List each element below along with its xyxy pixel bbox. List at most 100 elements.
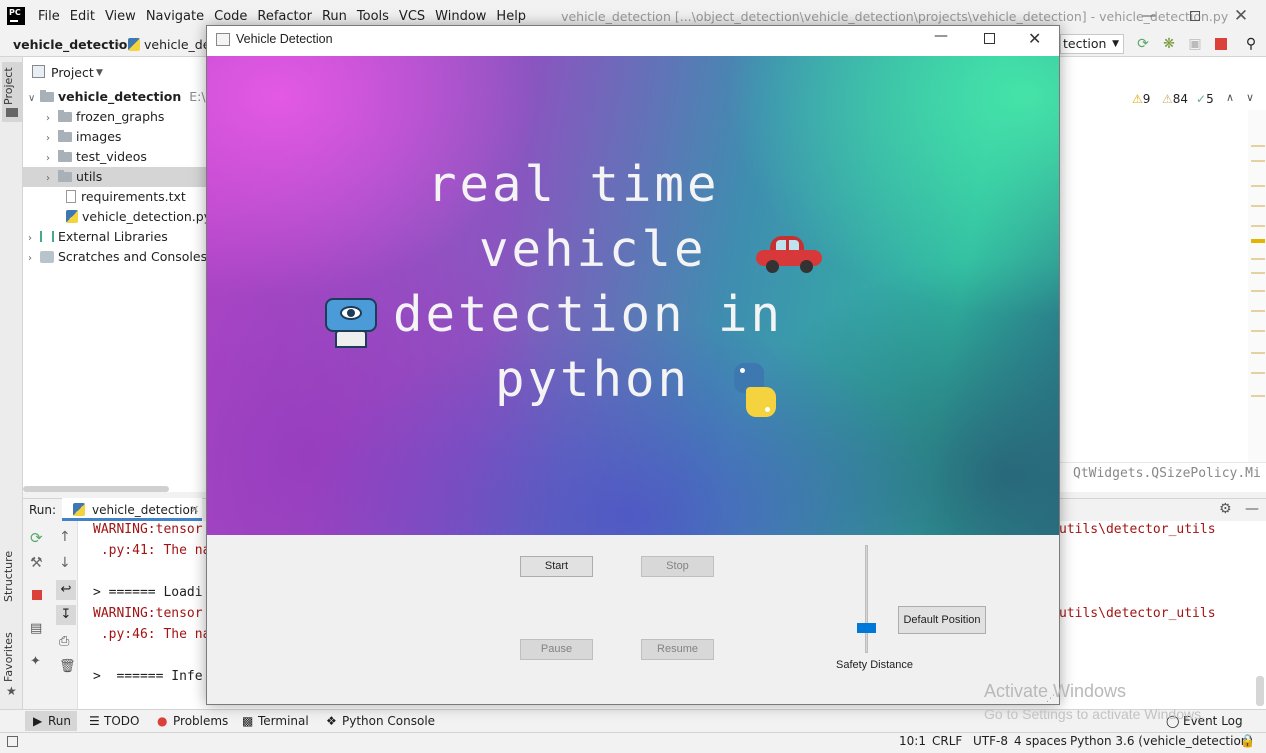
menu-vcs[interactable]: VCS	[394, 9, 430, 24]
menu-file[interactable]: File	[33, 9, 65, 24]
menu-help[interactable]: Help	[491, 9, 531, 24]
project-panel-title[interactable]: Project	[51, 65, 94, 80]
chevron-down-icon[interactable]: ▼	[96, 68, 103, 78]
wrench-icon[interactable]: ⚒	[30, 555, 43, 571]
error-count-value: 9	[1142, 92, 1151, 106]
tree-external-libraries-row[interactable]: › External Libraries	[28, 227, 168, 247]
folder-icon	[58, 110, 72, 122]
chevron-down-icon: ▼	[1112, 39, 1119, 49]
menu-navigate[interactable]: Navigate	[141, 9, 209, 24]
banner-line: vehicle	[479, 221, 707, 278]
trash-icon[interactable]: 🗑	[59, 659, 76, 674]
run-configuration-select[interactable]: tection ▼	[1060, 34, 1124, 54]
qt-minimize-button[interactable]: —	[934, 28, 948, 44]
ide-close-button[interactable]: ✕	[1218, 0, 1264, 32]
soft-wrap-icon[interactable]: ↩	[56, 580, 76, 600]
toggle-tool-windows-icon[interactable]	[7, 736, 18, 747]
typo-count[interactable]: ✓5	[1196, 92, 1214, 106]
start-button[interactable]: Start	[520, 556, 593, 577]
tree-root-row[interactable]: ∨vehicle_detection E:\Faiz\	[28, 87, 234, 107]
menu-edit[interactable]: Edit	[65, 9, 100, 24]
editor-area[interactable]	[1059, 57, 1266, 492]
layout-icon[interactable]: ▤	[30, 621, 42, 636]
folder-icon	[58, 170, 72, 182]
ide-minimize-button[interactable]: —	[1126, 0, 1172, 32]
todo-tool-tab[interactable]: TODO	[104, 712, 139, 730]
chevron-down-icon: ∨	[28, 93, 36, 104]
warning-triangle-icon: ⚠	[1132, 92, 1143, 106]
tree-folder-row-selected[interactable]: › utils	[46, 167, 102, 187]
lock-icon[interactable]: 🔓	[1240, 734, 1255, 748]
slider-handle[interactable]	[857, 623, 876, 634]
hide-panel-icon[interactable]: —	[1245, 501, 1259, 517]
search-icon[interactable]: ⚲	[1243, 36, 1259, 52]
python-console-tool-tab[interactable]: Python Console	[342, 712, 435, 730]
stripe-mark	[1251, 185, 1265, 187]
safety-distance-label: Safety Distance	[836, 659, 914, 671]
caret-position[interactable]: 10:1	[899, 734, 926, 748]
folder-icon	[58, 150, 72, 162]
problems-tool-tab[interactable]: Problems	[173, 712, 228, 730]
default-position-button[interactable]: Default Position	[898, 606, 986, 634]
tree-folder-row[interactable]: › frozen_graphs	[46, 107, 164, 127]
pycharm-logo-icon: PC	[7, 7, 25, 25]
project-view-icon	[32, 65, 45, 78]
arrow-up-icon[interactable]: ↑	[59, 529, 71, 545]
close-tab-icon[interactable]: ✕	[190, 503, 199, 516]
python-interpreter[interactable]: Python 3.6 (vehicle_detection)	[1070, 734, 1253, 748]
banner-line: real time	[427, 156, 720, 213]
menu-view[interactable]: View	[100, 9, 141, 24]
tree-scratches-row[interactable]: › Scratches and Consoles	[28, 247, 207, 267]
star-icon: ★	[6, 684, 17, 698]
menu-run[interactable]: Run	[317, 9, 352, 24]
debug-bug-icon[interactable]: ❋	[1161, 36, 1177, 52]
favorites-tool-tab[interactable]: Favorites	[2, 632, 22, 682]
chevron-up-icon[interactable]: ∧	[1226, 91, 1234, 104]
tree-folder-label: test_videos	[76, 149, 147, 164]
qt-title-bar[interactable]	[207, 26, 1059, 56]
tree-file-row[interactable]: requirements.txt	[66, 187, 186, 207]
resume-button[interactable]: Resume	[641, 639, 714, 660]
terminal-tool-tab[interactable]: Terminal	[258, 712, 309, 730]
stripe-mark	[1251, 395, 1265, 397]
coverage-icon[interactable]: ▣	[1187, 36, 1203, 52]
text-file-icon	[66, 190, 76, 203]
warning-count[interactable]: ⚠84	[1162, 92, 1188, 106]
rerun-icon[interactable]: ⟳	[1135, 36, 1151, 52]
tree-root-label: vehicle_detection	[58, 89, 182, 104]
menu-tools[interactable]: Tools	[352, 9, 394, 24]
menu-code[interactable]: Code	[209, 9, 252, 24]
folder-icon	[58, 130, 72, 142]
safety-distance-slider[interactable]	[865, 545, 868, 653]
console-scrollbar[interactable]	[1256, 676, 1264, 706]
error-count[interactable]: ⚠9	[1132, 92, 1150, 106]
project-panel-scrollbar[interactable]	[23, 486, 169, 492]
scroll-to-end-icon[interactable]: ↧	[56, 605, 76, 625]
folder-icon	[6, 108, 18, 117]
print-icon[interactable]: ⎙	[59, 634, 69, 649]
qt-close-button[interactable]: ✕	[1028, 29, 1041, 48]
stop-icon[interactable]	[32, 590, 42, 600]
stripe-mark	[1251, 372, 1265, 374]
stop-button[interactable]: Stop	[641, 556, 714, 577]
ide-maximize-button[interactable]	[1172, 0, 1218, 32]
indent-setting[interactable]: 4 spaces	[1014, 734, 1067, 748]
tree-file-row[interactable]: vehicle_detection.py	[66, 207, 211, 227]
arrow-down-icon[interactable]: ↓	[59, 555, 71, 571]
tree-folder-row[interactable]: › test_videos	[46, 147, 147, 167]
file-encoding[interactable]: UTF-8	[973, 734, 1008, 748]
run-panel-label: Run:	[29, 503, 57, 517]
qt-maximize-button[interactable]	[984, 33, 995, 44]
pause-button[interactable]: Pause	[520, 639, 593, 660]
menu-window[interactable]: Window	[430, 9, 491, 24]
stop-icon[interactable]	[1215, 38, 1227, 50]
structure-tool-tab[interactable]: Structure	[2, 548, 22, 604]
tree-folder-row[interactable]: › images	[46, 127, 121, 147]
chevron-down-icon[interactable]: ∨	[1246, 91, 1254, 104]
menu-refactor[interactable]: Refactor	[252, 9, 317, 24]
gear-icon[interactable]: ⚙	[1219, 501, 1232, 517]
line-separator[interactable]: CRLF	[932, 734, 962, 748]
stripe-mark	[1251, 258, 1265, 260]
pin-icon[interactable]: ✦	[30, 654, 41, 669]
rerun-icon[interactable]: ⟳	[30, 529, 43, 547]
